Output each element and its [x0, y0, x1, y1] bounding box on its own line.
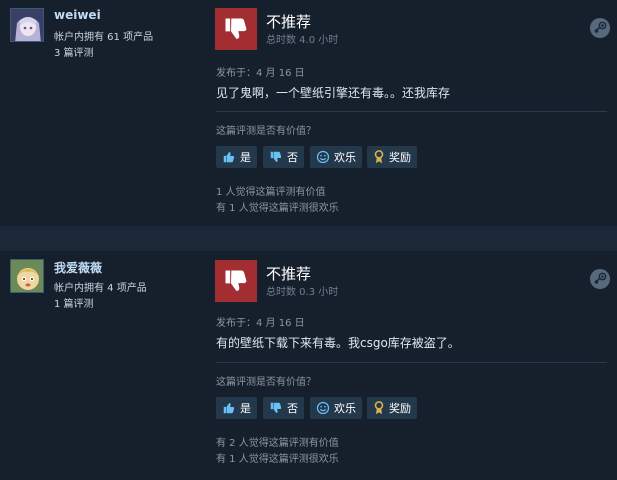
award-medal-icon: [374, 150, 384, 164]
steam-icon[interactable]: [590, 18, 610, 38]
divider: [216, 111, 607, 112]
username[interactable]: weiwei: [54, 8, 101, 22]
steam-icon[interactable]: [590, 269, 610, 289]
thumbs-up-icon: [223, 402, 235, 414]
award-label: 奖励: [389, 151, 411, 164]
review-card: weiwei 帐户内拥有 61 项产品 3 篇评测 不推荐 总时数 4.0 小时…: [0, 0, 617, 226]
products-owned[interactable]: 帐户内拥有 4 项产品: [54, 279, 147, 294]
reviews-page: weiwei 帐户内拥有 61 项产品 3 篇评测 不推荐 总时数 4.0 小时…: [0, 0, 617, 480]
award-button[interactable]: 奖励: [367, 397, 417, 419]
thumbs-down-icon: [270, 151, 282, 163]
vote-no-button[interactable]: 否: [263, 146, 304, 168]
vote-yes-button[interactable]: 是: [216, 146, 257, 168]
helpful-question: 这篇评测是否有价值？: [216, 126, 316, 137]
playtime-hours: 总时数 4.0 小时: [266, 35, 339, 46]
products-owned[interactable]: 帐户内拥有 61 项产品: [54, 28, 153, 43]
helpful-count: 有 2 人觉得这篇评测有价值: [216, 438, 339, 449]
award-medal-icon: [374, 401, 384, 415]
posted-date: 发布于：4 月 16 日: [216, 68, 305, 79]
vote-yes-label: 是: [240, 402, 251, 415]
divider: [216, 362, 607, 363]
review-count[interactable]: 3 篇评测: [54, 44, 94, 59]
smiley-icon: [316, 150, 330, 164]
thumbs-up-icon: [223, 151, 235, 163]
vote-funny-label: 欢乐: [334, 151, 356, 164]
review-text: 有的壁纸下载下来有毒。我csgo库存被盗了。: [216, 336, 460, 350]
vote-yes-label: 是: [240, 151, 251, 164]
vote-no-button[interactable]: 否: [263, 397, 304, 419]
vote-funny-button[interactable]: 欢乐: [310, 397, 362, 419]
helpful-count: 1 人觉得这篇评测有价值: [216, 187, 326, 198]
vote-yes-button[interactable]: 是: [216, 397, 257, 419]
verdict-title[interactable]: 不推荐: [266, 11, 311, 32]
review-text: 见了鬼啊，一个壁纸引擎还有毒。。还我库存: [216, 86, 451, 100]
helpful-question: 这篇评测是否有价值？: [216, 377, 316, 388]
username[interactable]: 我爱薇薇: [54, 259, 102, 276]
verdict-title[interactable]: 不推荐: [266, 263, 311, 284]
award-label: 奖励: [389, 402, 411, 415]
cartoon-avatar-icon[interactable]: [10, 259, 44, 293]
thumbs-down-icon: [270, 402, 282, 414]
review-card: 我爱薇薇 帐户内拥有 4 项产品 1 篇评测 不推荐 总时数 0.3 小时 发布…: [0, 251, 617, 480]
posted-date: 发布于：4 月 16 日: [216, 318, 305, 329]
review-separator: [0, 226, 617, 251]
playtime-hours: 总时数 0.3 小时: [266, 287, 339, 298]
vote-no-label: 否: [287, 402, 298, 415]
anime-avatar-icon[interactable]: [10, 8, 44, 42]
smiley-icon: [316, 401, 330, 415]
funny-count: 有 1 人觉得这篇评测很欢乐: [216, 454, 339, 465]
review-count[interactable]: 1 篇评测: [54, 295, 94, 310]
vote-funny-label: 欢乐: [334, 402, 356, 415]
vote-funny-button[interactable]: 欢乐: [310, 146, 362, 168]
funny-count: 有 1 人觉得这篇评测很欢乐: [216, 203, 339, 214]
vote-no-label: 否: [287, 151, 298, 164]
thumbs-down-icon: [215, 8, 257, 50]
thumbs-down-icon: [215, 260, 257, 302]
award-button[interactable]: 奖励: [367, 146, 417, 168]
